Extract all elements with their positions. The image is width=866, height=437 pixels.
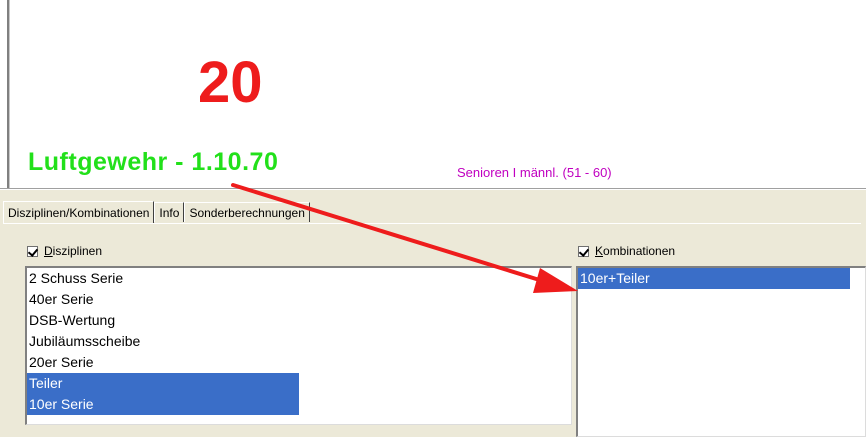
disciplines-header-label: Disziplinen [44, 244, 102, 258]
discipline-item-40er-serie[interactable]: 40er Serie [27, 289, 299, 310]
discipline-title: Luftgewehr - 1.10.70 [28, 148, 279, 176]
tab-bar: Disziplinen/Kombinationen Info Sonderber… [3, 201, 310, 223]
combinations-header-label: Kombinationen [595, 244, 675, 258]
discipline-item-jubilaeumsscheibe[interactable]: Jubiläumsscheibe [27, 331, 299, 352]
tab-underline [3, 223, 861, 224]
left-frame-edge-highlight [9, 0, 10, 200]
tab-disziplinen-kombinationen[interactable]: Disziplinen/Kombinationen [3, 201, 155, 223]
discipline-item-10er-serie[interactable]: 10er Serie [27, 394, 299, 415]
discipline-item-dsb-wertung[interactable]: DSB-Wertung [27, 310, 299, 331]
disciplines-header: Disziplinen [27, 243, 102, 259]
combination-item-10er-teiler[interactable]: 10er+Teiler [578, 268, 850, 289]
tab-info[interactable]: Info [154, 202, 185, 222]
combinations-header-mnemonic: K [595, 244, 604, 258]
disciplines-list[interactable]: 2 Schuss Serie 40er Serie DSB-Wertung Ju… [25, 266, 572, 425]
combinations-list[interactable]: 10er+Teiler [576, 266, 866, 437]
discipline-item-20er-serie[interactable]: 20er Serie [27, 352, 299, 373]
disciplines-checkbox[interactable] [27, 245, 38, 257]
discipline-item-2-schuss-serie[interactable]: 2 Schuss Serie [27, 268, 299, 289]
score-display: 20 [198, 50, 263, 115]
combinations-header-rest: ombinationen [603, 244, 676, 258]
panel-divider-highlight [0, 189, 866, 190]
combinations-checkbox[interactable] [578, 245, 589, 257]
class-label: Senioren I männl. (51 - 60) [457, 165, 612, 180]
disciplines-header-mnemonic: D [44, 244, 53, 258]
tab-sonderberechnungen[interactable]: Sonderberechnungen [184, 202, 310, 222]
disciplines-header-rest: isziplinen [52, 244, 103, 258]
discipline-item-teiler[interactable]: Teiler [27, 373, 299, 394]
combinations-header: Kombinationen [578, 243, 675, 259]
settings-panel: Disziplinen/Kombinationen Info Sonderber… [0, 188, 866, 437]
